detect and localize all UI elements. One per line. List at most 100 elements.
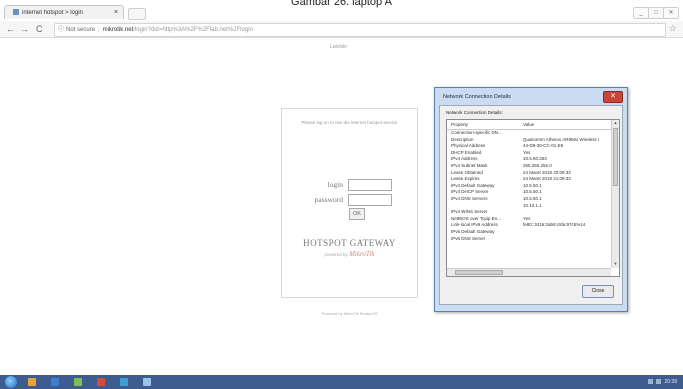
window-close-button[interactable]: ✕ — [663, 7, 679, 19]
footer-note: Powered by MikroTik RouterOS — [321, 311, 378, 316]
column-property[interactable]: Property — [451, 122, 468, 127]
detail-value: 10.5.50.1 — [523, 189, 542, 195]
detail-property: IPv4 Address — [451, 156, 478, 162]
hotspot-gateway-title: HOTSPOT GATEWAY — [303, 238, 396, 248]
taskbar-app-icon[interactable] — [97, 378, 105, 386]
detail-value: 24 Maret 2018 20:09:33 — [523, 169, 571, 175]
detail-value: 10.5.50.253 — [523, 156, 547, 162]
detail-property: IPv4 Subnet Mask — [451, 162, 488, 168]
tab-title: internet hotspot > login — [22, 10, 83, 16]
detail-row[interactable]: IPv4 Default Gateway 10.5.50.1 — [447, 183, 611, 190]
taskbar-app-icon[interactable] — [74, 378, 82, 386]
mikrotik-logo: MikroTik — [349, 250, 375, 258]
windows-taskbar: 20:28 — [0, 375, 683, 389]
login-input[interactable] — [348, 179, 392, 191]
volume-icon[interactable] — [656, 379, 662, 385]
url-host: mikrotik.net — [102, 27, 134, 33]
browser-toolbar: ← → C ⓘ Not secure | mikrotik.net/login?dst… — [0, 21, 683, 38]
language-link[interactable]: Latviski — [330, 44, 347, 50]
detail-property: Connection-specific DN... — [451, 130, 502, 135]
list-header: Property Value — [447, 120, 611, 130]
password-input[interactable] — [348, 194, 392, 206]
scroll-up-icon[interactable]: ▲ — [612, 120, 619, 127]
hotspot-login-panel: Please log on to use the internet hotspo… — [281, 108, 418, 298]
detail-row[interactable]: 10.10.1.1 — [447, 203, 611, 210]
detail-row[interactable]: DHCP Enabled Yes — [447, 150, 611, 157]
tab-close-icon[interactable]: × — [114, 6, 118, 19]
vertical-scrollbar[interactable]: ▲ ▼ — [611, 120, 619, 268]
detail-property: IPv4 WINS Server — [451, 209, 488, 215]
dialog-body: Network Connection Details: Property Val… — [439, 105, 623, 305]
ok-button[interactable]: OK — [349, 208, 365, 220]
detail-row[interactable]: IPv4 Subnet Mask 255.255.255.0 — [447, 163, 611, 170]
detail-value: 24 Maret 2018 21:09:33 — [523, 176, 571, 182]
column-value[interactable]: Value — [523, 122, 534, 127]
detail-value: fe80::3416:2ab9:c5fa:97c5%14 — [523, 222, 586, 228]
network-icon[interactable] — [648, 379, 654, 385]
detail-value: Qualcomm Atheros AR956x Wireless I — [523, 136, 600, 142]
scroll-thumb[interactable] — [613, 128, 618, 186]
detail-property: Link-local IPv6 Address — [451, 222, 498, 228]
detail-property: Description — [451, 136, 474, 142]
detail-row[interactable]: Lease Obtained 24 Maret 2018 20:09:33 — [447, 170, 611, 177]
close-button[interactable]: Close — [582, 285, 614, 298]
detail-property: Physical Address — [451, 143, 486, 149]
detail-property: Lease Obtained — [451, 169, 483, 175]
details-list[interactable]: Property Value Connection-specific DN...… — [446, 119, 620, 277]
detail-row[interactable]: Description Qualcomm Atheros AR956x Wirel… — [447, 137, 611, 144]
detail-property: NetBIOS over Tcpip En... — [451, 215, 501, 221]
powered-by-logo: powered by MikroTik — [282, 250, 417, 258]
detail-property: IPv6 DNS Server — [451, 235, 486, 241]
start-button[interactable] — [5, 376, 17, 388]
info-icon[interactable]: ⓘ — [58, 27, 64, 33]
detail-property: IPv4 DHCP Server — [451, 189, 489, 195]
password-label: password — [314, 195, 343, 204]
detail-row[interactable]: IPv6 DNS Server — [447, 236, 611, 243]
detail-value: 10.10.1.1 — [523, 202, 542, 208]
not-secure-label: Not secure — [66, 27, 96, 33]
detail-value: Yes — [523, 215, 531, 221]
maximize-button[interactable]: □ — [648, 7, 664, 19]
detail-row[interactable]: Connection-specific DN... — [447, 130, 611, 137]
reload-icon[interactable]: C — [36, 22, 43, 36]
detail-row[interactable]: NetBIOS over Tcpip En... Yes — [447, 216, 611, 223]
detail-value: 44-D9-30-CC-01-E6 — [523, 143, 564, 149]
favicon-icon — [13, 9, 19, 16]
detail-value: Yes — [523, 149, 531, 155]
address-bar[interactable]: ⓘ Not secure | mikrotik.net/login?dst=http%… — [54, 23, 666, 37]
system-tray: 20:28 — [648, 375, 677, 389]
login-notice: Please log on to use the internet hotspo… — [301, 120, 398, 125]
detail-row[interactable]: IPv6 Default Gateway — [447, 229, 611, 236]
tab-strip: internet hotspot > login × _ □ ✕ — [0, 5, 683, 21]
detail-row[interactable]: IPv4 WINS Server — [447, 209, 611, 216]
dialog-subtitle: Network Connection Details: — [446, 110, 503, 115]
detail-row[interactable]: IPv4 Address 10.5.50.253 — [447, 156, 611, 163]
clock[interactable]: 20:28 — [664, 379, 677, 385]
bookmark-star-icon[interactable]: ☆ — [669, 23, 677, 34]
detail-row[interactable]: IPv4 DNS Servers 10.5.50.1 — [447, 196, 611, 203]
taskbar-app-icon[interactable] — [120, 378, 128, 386]
scroll-down-icon[interactable]: ▼ — [612, 261, 619, 268]
detail-value: 10.5.50.1 — [523, 195, 542, 201]
detail-row[interactable]: Lease Expires 24 Maret 2018 21:09:33 — [447, 176, 611, 183]
minimize-button[interactable]: _ — [633, 7, 649, 19]
forward-icon[interactable]: → — [20, 22, 29, 36]
detail-row[interactable]: Physical Address 44-D9-30-CC-01-E6 — [447, 143, 611, 150]
dialog-close-icon[interactable]: ✕ — [603, 91, 623, 103]
horizontal-scrollbar[interactable] — [447, 268, 611, 276]
hscroll-thumb[interactable] — [455, 270, 503, 275]
taskbar-app-icon[interactable] — [28, 378, 36, 386]
detail-value: 10.5.50.1 — [523, 182, 542, 188]
detail-property: DHCP Enabled — [451, 149, 482, 155]
back-icon[interactable]: ← — [6, 22, 15, 36]
tab-hotspot-login[interactable]: internet hotspot > login × — [4, 5, 124, 19]
detail-row[interactable]: Link-local IPv6 Address fe80::3416:2ab9:c… — [447, 222, 611, 229]
detail-property: Lease Expires — [451, 176, 480, 182]
new-tab-button[interactable] — [128, 8, 146, 20]
password-row: password — [282, 194, 417, 206]
powered-by-text: powered by — [324, 252, 348, 257]
taskbar-app-icon[interactable] — [143, 378, 151, 386]
detail-row[interactable]: IPv4 DHCP Server 10.5.50.1 — [447, 189, 611, 196]
taskbar-app-icon[interactable] — [51, 378, 59, 386]
details-rows: Connection-specific DN... Description Qual… — [447, 130, 611, 242]
